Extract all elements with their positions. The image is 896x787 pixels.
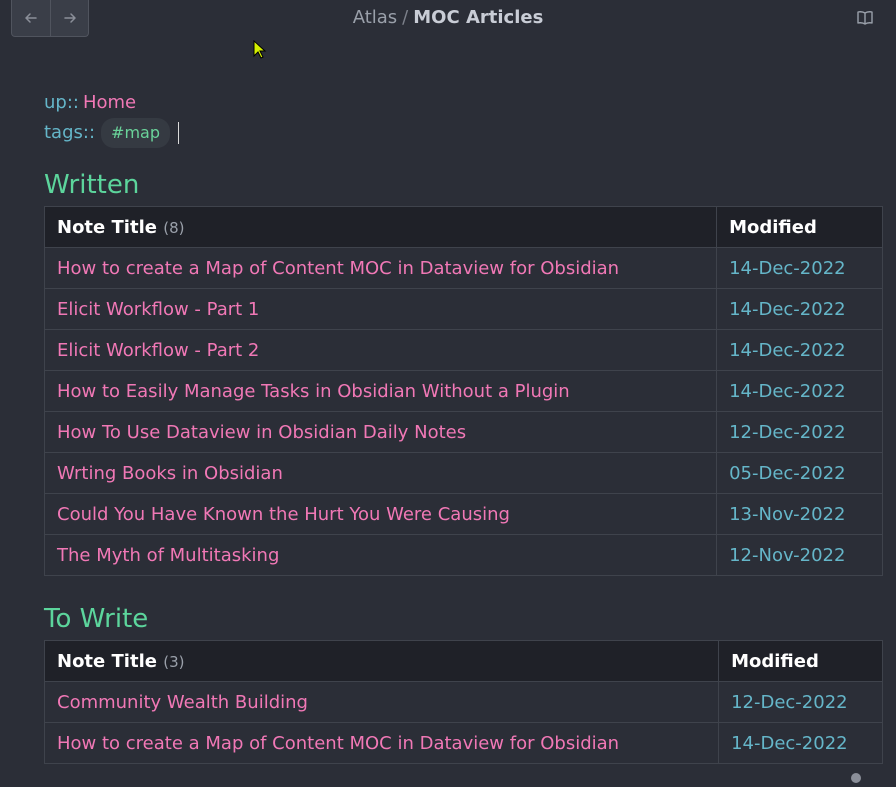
tag-pill[interactable]: #map: [101, 118, 170, 148]
up-property: up:: Home: [44, 88, 884, 118]
to-write-heading: To Write: [44, 604, 884, 640]
table-row: Elicit Workflow - Part 114-Dec-2022: [45, 289, 883, 330]
note-link[interactable]: Elicit Workflow - Part 2: [45, 330, 717, 371]
table-header-row: Note Title (8) Modified: [45, 207, 883, 248]
note-count: (8): [163, 219, 184, 237]
title-bar: Atlas/MOC Articles: [0, 0, 896, 38]
table-row: Elicit Workflow - Part 214-Dec-2022: [45, 330, 883, 371]
note-link[interactable]: Could You Have Known the Hurt You Were C…: [45, 494, 717, 535]
up-key: up::: [44, 90, 79, 116]
table-row: Could You Have Known the Hurt You Were C…: [45, 494, 883, 535]
note-link[interactable]: Wrting Books in Obsidian: [45, 453, 717, 494]
table-row: How to create a Map of Content MOC in Da…: [45, 248, 883, 289]
breadcrumb: Atlas/MOC Articles: [0, 7, 896, 28]
table-row: How to Easily Manage Tasks in Obsidian W…: [45, 371, 883, 412]
table-row: Community Wealth Building12-Dec-2022: [45, 682, 883, 723]
note-content: up:: Home tags:: #map Written Note Title…: [44, 88, 884, 764]
breadcrumb-separator: /: [402, 7, 408, 28]
note-link[interactable]: How to Easily Manage Tasks in Obsidian W…: [45, 371, 717, 412]
written-table: Note Title (8) Modified How to create a …: [44, 206, 883, 576]
note-title-header[interactable]: Note Title (3): [45, 641, 719, 682]
modified-date: 14-Dec-2022: [717, 248, 883, 289]
status-dot-icon: [851, 773, 861, 783]
note-link[interactable]: The Myth of Multitasking: [45, 535, 717, 576]
note-count: (3): [163, 653, 184, 671]
table-row: Wrting Books in Obsidian05-Dec-2022: [45, 453, 883, 494]
to-write-table: Note Title (3) Modified Community Wealth…: [44, 640, 883, 764]
note-title-label: Note Title: [57, 217, 157, 238]
mouse-cursor-icon: [253, 40, 267, 60]
note-title-label: Note Title: [57, 651, 157, 672]
breadcrumb-parent[interactable]: Atlas: [353, 7, 397, 28]
breadcrumb-current[interactable]: MOC Articles: [413, 7, 543, 28]
modified-date: 12-Dec-2022: [717, 412, 883, 453]
modified-date: 14-Dec-2022: [717, 289, 883, 330]
note-title-header[interactable]: Note Title (8): [45, 207, 717, 248]
modified-header[interactable]: Modified: [719, 641, 883, 682]
table-row: How To Use Dataview in Obsidian Daily No…: [45, 412, 883, 453]
modified-date: 14-Dec-2022: [717, 330, 883, 371]
up-link[interactable]: Home: [83, 90, 136, 116]
note-link[interactable]: How to create a Map of Content MOC in Da…: [45, 723, 719, 764]
table-row: How to create a Map of Content MOC in Da…: [45, 723, 883, 764]
modified-date: 14-Dec-2022: [719, 723, 883, 764]
modified-date: 05-Dec-2022: [717, 453, 883, 494]
table-header-row: Note Title (3) Modified: [45, 641, 883, 682]
tags-property: tags:: #map: [44, 118, 884, 148]
note-link[interactable]: Community Wealth Building: [45, 682, 719, 723]
modified-date: 12-Nov-2022: [717, 535, 883, 576]
book-open-icon[interactable]: [856, 9, 874, 27]
tags-key: tags::: [44, 120, 95, 146]
note-link[interactable]: How to create a Map of Content MOC in Da…: [45, 248, 717, 289]
note-link[interactable]: Elicit Workflow - Part 1: [45, 289, 717, 330]
modified-date: 13-Nov-2022: [717, 494, 883, 535]
table-row: The Myth of Multitasking12-Nov-2022: [45, 535, 883, 576]
text-caret: [178, 122, 179, 144]
modified-date: 14-Dec-2022: [717, 371, 883, 412]
note-link[interactable]: How To Use Dataview in Obsidian Daily No…: [45, 412, 717, 453]
modified-date: 12-Dec-2022: [719, 682, 883, 723]
modified-header[interactable]: Modified: [717, 207, 883, 248]
written-heading: Written: [44, 170, 884, 206]
